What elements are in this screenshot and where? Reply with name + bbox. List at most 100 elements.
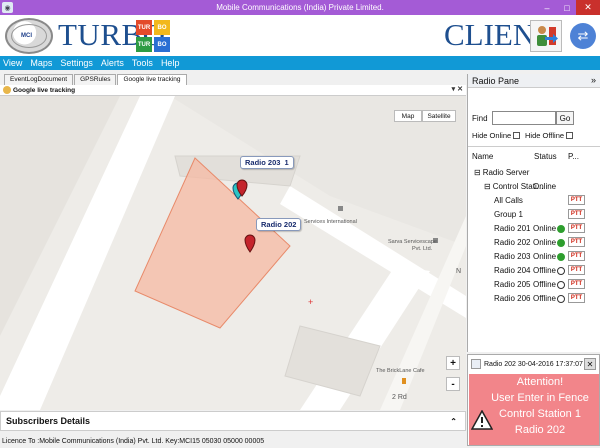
radio-list-item[interactable]: Radio 202 Online PTT [468,236,600,250]
map-canvas: + [0,96,466,410]
map-type-button[interactable]: Map [394,110,422,122]
radio-item-name: Radio 205 [494,280,531,289]
cafe-icon [402,378,406,384]
column-name[interactable]: Name [472,152,493,161]
alert-line-3: Control Station 1 [499,408,581,420]
ptt-button[interactable]: PTT [568,293,585,303]
window-title-bar: ◉ Mobile Communications (India) Private … [0,0,600,15]
subscribers-details-panel[interactable]: Subscribers Details ⌃ [0,411,466,431]
radio-item-status: Online [533,182,557,191]
user-exit-icon [537,26,558,46]
radio-list-item[interactable]: Radio 204 Offline PTT [468,264,600,278]
radio-item-name: Radio 203 [494,252,531,261]
tab-gps-rules[interactable]: GPSRules [74,74,117,85]
radio-item-status: Offline [533,266,556,275]
hide-online-toggle[interactable]: Hide Online [472,131,521,140]
find-input[interactable] [492,111,556,125]
chevron-up-icon[interactable]: ⌃ [450,417,457,426]
logout-button[interactable] [530,20,562,52]
radio-list: ⊟ Radio Server ⊟ Control Stati... Online All … [468,166,600,306]
map-view[interactable]: + Map Satellite Radio 203 1 Radio 202 Ser… [0,96,466,410]
document-header: Google live tracking ▾ ✕ [0,85,466,96]
column-status[interactable]: Status [534,152,557,161]
maximize-button[interactable]: □ [558,0,576,15]
ptt-button[interactable]: PTT [568,237,585,247]
radio-list-item[interactable]: All Calls PTT [468,194,600,208]
radio-item-status: Offline [533,280,556,289]
radio-item-name: All Calls [494,196,523,205]
menu-maps[interactable]: Maps [30,58,52,68]
document-tabs: EventLogDocument GPSRules Google live tr… [0,74,466,85]
radio-list-item[interactable]: ⊟ Control Stati... Online [468,180,600,194]
minimize-button[interactable]: – [538,0,556,15]
radio-202-label[interactable]: Radio 202 [256,218,302,231]
ptt-button[interactable]: PTT [568,223,585,233]
ptt-button[interactable]: PTT [568,251,585,261]
tab-event-log[interactable]: EventLogDocument [4,74,74,85]
radio-list-item[interactable]: Radio 205 Offline PTT [468,278,600,292]
hide-offline-toggle[interactable]: Hide Offline [525,131,574,140]
alert-line-2: User Enter in Fence [491,392,589,404]
radio-pane-title-bar: Radio Pane » [468,74,600,88]
radio-item-name: Radio 206 [494,294,531,303]
radio-list-item[interactable]: Radio 206 Offline PTT [468,292,600,306]
alert-header-text: Radio 202 30-04-2016 17:37:07 [484,360,583,368]
alert-body: Attention! User Enter in Fence Control S… [469,374,599,445]
go-button[interactable]: Go [556,111,574,125]
menu-tools[interactable]: Tools [132,58,153,68]
collapse-pane-icon[interactable]: » [591,75,596,85]
offline-status-icon [557,295,565,303]
zoom-in-button[interactable]: + [446,356,460,370]
radio-item-status: Offline [533,294,556,303]
hide-online-checkbox[interactable] [513,132,521,139]
document-title: Google live tracking [13,86,76,94]
radio-list-item[interactable]: Radio 203 Online PTT [468,250,600,264]
alert-window-icon [471,359,481,369]
zoom-out-button[interactable]: - [446,377,460,391]
poi-sarva: Sarva Servicescape [388,239,437,245]
radio-item-name: Radio 201 [494,224,531,233]
browser-icon [3,86,11,94]
turbo-logo: TUR BO TUR BO [134,18,172,54]
alert-close-button[interactable]: ✕ [584,358,596,370]
radio-list-item[interactable]: Radio 201 Online PTT [468,222,600,236]
poi-services: Services International [304,219,357,225]
swap-arrows-icon[interactable]: ⇄ [570,23,596,49]
menu-bar: View Maps Settings Alerts Tools Help [0,56,600,70]
find-label: Find [472,114,488,123]
poi-sarva-ltd: Pvt. Ltd. [412,246,433,252]
hide-offline-checkbox[interactable] [566,132,574,139]
ptt-button[interactable]: PTT [568,209,585,219]
online-status-icon [557,253,565,261]
radio-list-item[interactable]: Group 1 PTT [468,208,600,222]
ptt-button[interactable]: PTT [568,195,585,205]
online-status-icon [557,239,565,247]
column-ptt[interactable]: P... [568,152,579,161]
document-controls[interactable]: ▾ ✕ [452,85,463,93]
ptt-button[interactable]: PTT [568,279,585,289]
menu-help[interactable]: Help [161,58,180,68]
alert-notification: Radio 202 30-04-2016 17:37:07 ✕ Attentio… [467,354,600,446]
radio-203-label[interactable]: Radio 203 1 [240,156,294,169]
alert-line-1: Attention! [516,376,564,388]
close-button[interactable]: ✕ [576,0,600,15]
road-label-north: N [456,268,462,275]
alert-line-4: Radio 202 [514,424,566,436]
menu-alerts[interactable]: Alerts [101,58,124,68]
radio-list-item[interactable]: ⊟ Radio Server [468,166,600,180]
subscribers-title: Subscribers Details [6,416,91,426]
road-label: 2 Rd [392,394,407,401]
radio-item-status: Online [533,252,557,261]
tab-google-live-tracking[interactable]: Google live tracking [117,74,187,85]
satellite-type-button[interactable]: Satellite [422,110,456,122]
radio-item-name: ⊟ Radio Server [474,168,530,177]
radio-item-status: Online [533,238,557,247]
ptt-button[interactable]: PTT [568,265,585,275]
poi-icon [338,206,343,211]
radio-item-status: Online [533,224,557,233]
center-crosshair-icon: + [308,297,313,307]
menu-settings[interactable]: Settings [60,58,93,68]
menu-view[interactable]: View [3,58,22,68]
radio-pane: Radio Pane » Find Go Hide Online Hide Of… [467,74,600,352]
company-globe-logo: MCI [5,18,53,54]
